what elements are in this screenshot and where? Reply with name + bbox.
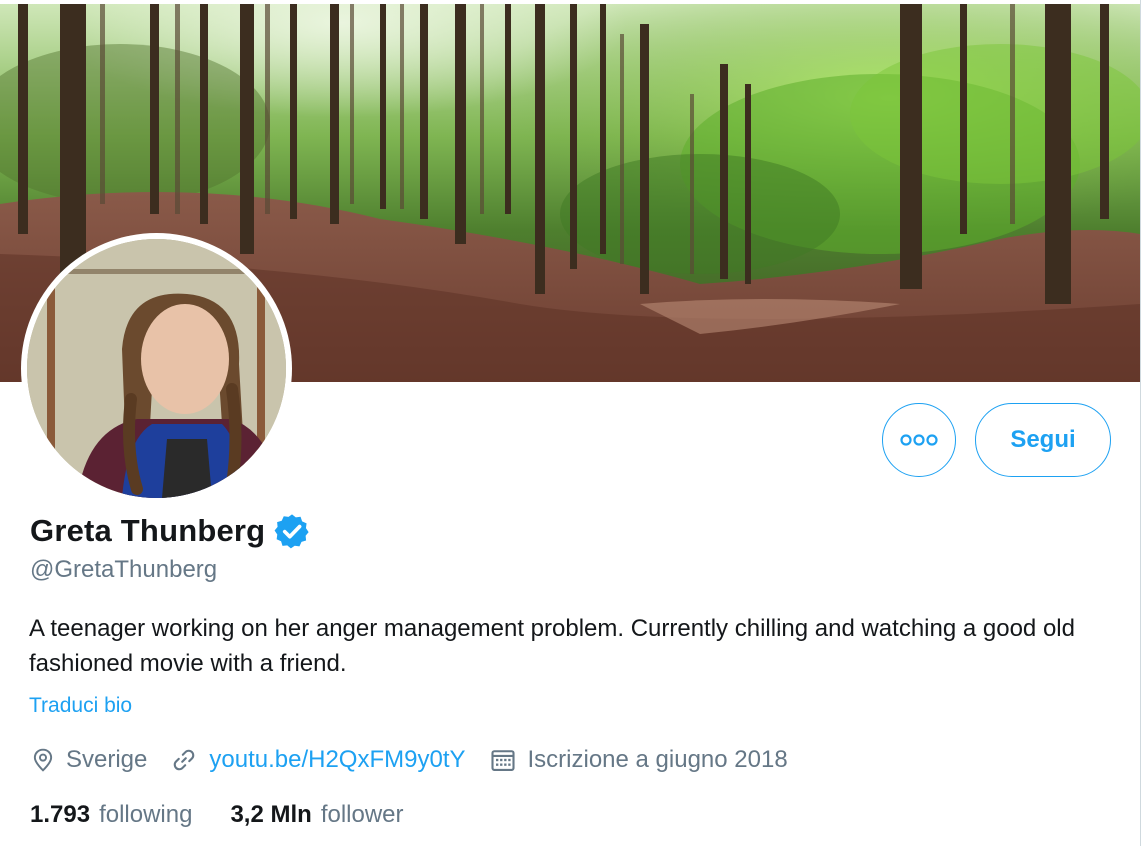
follow-button-label: Segui — [1010, 426, 1076, 453]
following-count: 1.793 — [30, 801, 91, 828]
translate-bio-link[interactable]: Traduci bio — [29, 694, 132, 718]
more-options-icon — [900, 434, 938, 446]
calendar-icon — [490, 750, 515, 771]
profile-stats-row: 1.793 following 3,2 Mln follower — [30, 797, 442, 833]
joined-item: Iscrizione a giugno 2018 — [488, 746, 788, 774]
profile-page: Segui Greta Thunberg @GretaThunberg A te… — [0, 0, 1147, 846]
profile-meta-row: Sverige youtu.be/H2QxFM9y0tY Iscrizione … — [30, 741, 810, 779]
website-link[interactable]: youtu.be/H2QxFM9y0tY — [209, 746, 465, 774]
followers-count-link[interactable]: 3,2 Mln follower — [230, 801, 403, 829]
followers-label: follower — [320, 801, 404, 828]
location-item: Sverige — [30, 746, 147, 774]
verified-badge-icon — [274, 514, 309, 549]
column-border — [1140, 0, 1141, 846]
profile-bio: A teenager working on her anger manageme… — [29, 615, 1075, 677]
profile-name-row: Greta Thunberg — [30, 509, 311, 553]
website-item: youtu.be/H2QxFM9y0tY — [169, 746, 466, 774]
profile-display-name: Greta Thunberg — [30, 513, 266, 548]
following-count-link[interactable]: 1.793 following — [30, 801, 192, 829]
link-icon — [174, 749, 195, 771]
profile-handle: @GretaThunberg — [30, 556, 218, 583]
location-text: Sverige — [66, 746, 148, 773]
following-label: following — [99, 801, 193, 828]
follow-button[interactable]: Segui — [975, 403, 1111, 477]
followers-count: 3,2 Mln — [230, 801, 312, 828]
location-pin-icon — [33, 748, 53, 772]
avatar[interactable] — [27, 239, 286, 498]
more-options-button[interactable] — [882, 403, 956, 477]
joined-date-text: Iscrizione a giugno 2018 — [527, 746, 788, 773]
